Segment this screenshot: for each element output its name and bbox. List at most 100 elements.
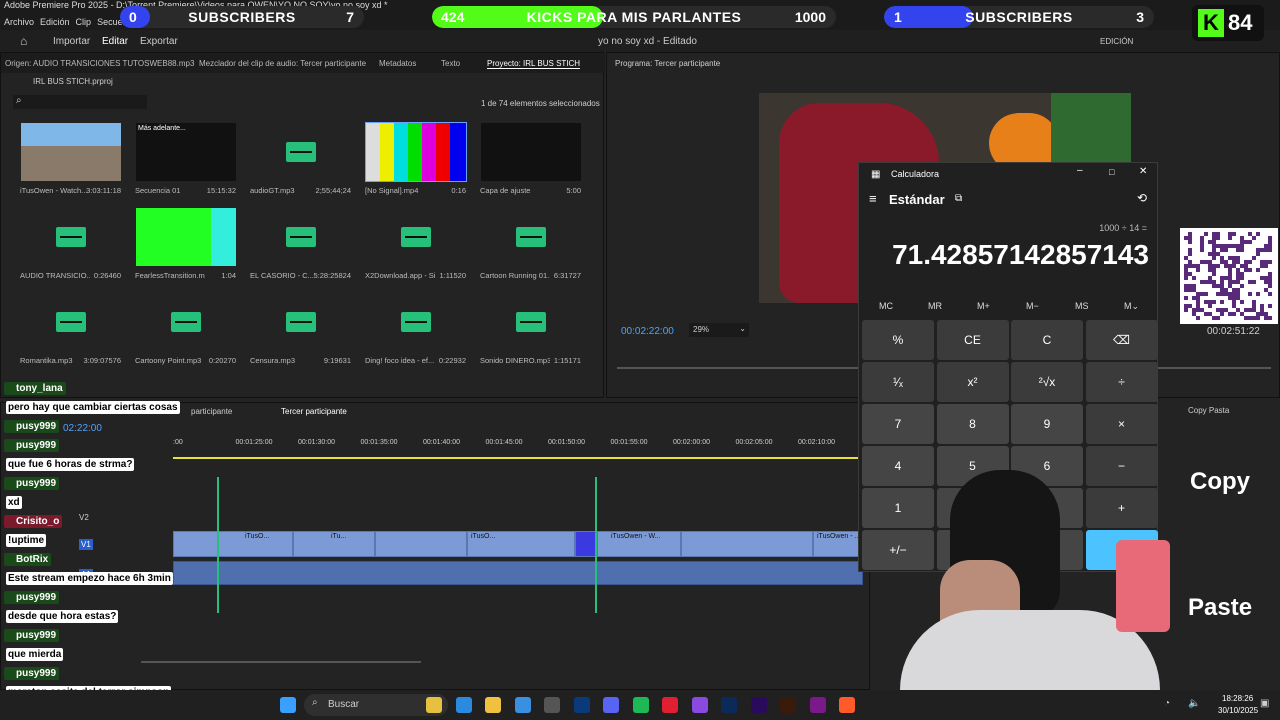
project-item-thumb[interactable] (21, 208, 121, 266)
video-clip[interactable] (681, 531, 813, 557)
program-timecode[interactable]: 00:02:22:00 (621, 326, 674, 337)
project-item-thumb[interactable] (366, 293, 466, 351)
calc-key[interactable]: C (1011, 320, 1083, 360)
hamburger-menu-icon[interactable]: ≡ (869, 191, 877, 206)
timeline-ruler[interactable]: :00 00:01:25:00 00:01:30:00 00:01:35:00 00:0… (173, 439, 888, 453)
track-v1[interactable]: V1 (79, 539, 93, 550)
project-item-duration: 2;55;44;24 (315, 186, 351, 195)
project-item-thumb[interactable] (481, 208, 581, 266)
edge-icon[interactable] (455, 697, 472, 713)
close-icon[interactable]: ✕ (1139, 166, 1147, 177)
calc-key[interactable]: CE (936, 320, 1009, 360)
video-clip[interactable] (173, 531, 293, 557)
project-item-thumb[interactable] (251, 208, 351, 266)
project-item-thumb[interactable]: Más adelante... (136, 123, 236, 181)
calc-key[interactable]: ¹⁄ₓ (862, 362, 934, 402)
memory-button[interactable]: MS (1075, 301, 1089, 311)
maximize-icon[interactable]: □ (1109, 167, 1114, 177)
tab-exportar[interactable]: Exportar (140, 36, 178, 47)
project-item-duration: 3:03:11:18 (86, 186, 121, 195)
video-clip[interactable] (375, 531, 467, 557)
calc-key[interactable]: x² (936, 362, 1009, 402)
ruler-tick: 00:01:35:00 (360, 439, 398, 446)
project-item-thumb[interactable] (251, 123, 351, 181)
brave-icon[interactable] (839, 697, 855, 713)
history-icon[interactable]: ⟲ (1137, 191, 1147, 205)
keep-on-top-icon[interactable]: ⧉ (955, 193, 962, 204)
notifications-icon[interactable]: ▣ (1260, 698, 1269, 709)
onenote-icon[interactable] (809, 697, 826, 713)
calc-key[interactable]: ²√x (1011, 362, 1083, 402)
project-item-thumb[interactable] (366, 208, 466, 266)
tab-mezclador[interactable]: Mezclador del clip de audio: Tercer part… (199, 59, 366, 68)
calc-key[interactable]: 8 (936, 404, 1009, 444)
project-item-thumb[interactable] (21, 123, 121, 181)
discord-icon[interactable] (603, 697, 619, 713)
subs-left-goal: 7 (346, 9, 354, 25)
project-item-thumb[interactable] (136, 208, 236, 266)
illustrator-icon[interactable] (780, 697, 796, 713)
memory-button[interactable]: MC (879, 301, 893, 311)
notes-icon[interactable] (514, 697, 531, 713)
project-item-thumb[interactable] (251, 293, 351, 351)
opera-icon[interactable] (662, 697, 678, 713)
project-item-thumb[interactable] (365, 122, 467, 182)
workspace-edicion[interactable]: EDICIÓN (1100, 37, 1133, 46)
chat-username: pusy999 (4, 477, 60, 490)
copy-button[interactable]: Copy (1190, 468, 1250, 496)
tab-importar[interactable]: Importar (53, 36, 90, 47)
minimize-icon[interactable]: – (1077, 165, 1083, 176)
chat-username: pusy999 (4, 420, 60, 433)
photoshop-icon[interactable] (573, 697, 590, 713)
menu-item[interactable]: Archivo (4, 17, 34, 27)
premiere-icon[interactable] (750, 697, 767, 713)
menu-item[interactable]: Clip (76, 17, 92, 27)
ruler-tick: 00:02:00:00 (673, 439, 710, 446)
clock-time[interactable]: 18:28:26 (1222, 694, 1253, 703)
calc-key[interactable]: 9 (1011, 404, 1083, 444)
wifi-icon[interactable]: ◔ (1164, 698, 1170, 709)
zoom-select[interactable]: 29% ⌄ (689, 323, 749, 337)
tab-proyecto[interactable]: Proyecto: IRL BUS STICH (487, 59, 581, 69)
timeline-scroll[interactable] (141, 661, 421, 663)
calc-key[interactable]: × (1085, 404, 1158, 444)
clock-date[interactable]: 30/10/2025 (1218, 706, 1258, 715)
timeline-tab-active[interactable]: Tercer participante (281, 407, 347, 416)
video-clip[interactable] (575, 531, 597, 557)
memory-button[interactable]: M+ (977, 301, 990, 311)
audio-track-a1[interactable] (173, 561, 863, 585)
project-item-thumb[interactable] (481, 293, 581, 351)
volume-icon[interactable]: 🔈 (1188, 698, 1200, 709)
tab-texto[interactable]: Texto (441, 59, 460, 68)
vs-icon[interactable] (691, 697, 708, 713)
files-icon[interactable] (485, 697, 501, 713)
memory-button[interactable]: M⌄ (1124, 301, 1139, 312)
memory-button[interactable]: M− (1026, 301, 1039, 311)
paste-button[interactable]: Paste (1188, 594, 1252, 622)
tab-metadatos[interactable]: Metadatos (379, 59, 416, 68)
playhead[interactable] (595, 477, 597, 613)
calculator-icon[interactable] (544, 697, 560, 713)
tab-editar[interactable]: Editar (102, 36, 128, 47)
folder-icon[interactable] (426, 697, 442, 713)
calc-key[interactable]: ÷ (1085, 362, 1158, 402)
track-v2[interactable]: V2 (79, 513, 89, 522)
tab-origen[interactable]: Origen: AUDIO TRANSICIONES TUTOSWEB88.mp… (5, 59, 194, 68)
project-item-thumb[interactable] (136, 293, 236, 351)
calc-key[interactable]: ⌫ (1085, 320, 1158, 360)
project-item-name: Secuencia 01 (135, 186, 181, 195)
spotify-icon[interactable] (632, 697, 649, 713)
home-icon[interactable]: ⌂ (20, 34, 27, 48)
calc-key[interactable]: % (862, 320, 934, 360)
timeline-timecode[interactable]: 02:22:00 (63, 423, 102, 434)
memory-button[interactable]: MR (928, 301, 942, 311)
project-item-thumb[interactable] (21, 293, 121, 351)
menu-item[interactable]: Edición (40, 17, 70, 27)
ruler-tick: 00:02:10:00 (798, 439, 835, 446)
project-search-input[interactable]: ⌕ (13, 95, 147, 109)
project-item-thumb[interactable] (481, 123, 581, 181)
ps-icon[interactable] (721, 697, 737, 713)
windows-start-icon[interactable] (280, 697, 296, 713)
timeline-tab-prev[interactable]: participante (191, 407, 232, 416)
calc-key[interactable]: 7 (862, 404, 934, 444)
